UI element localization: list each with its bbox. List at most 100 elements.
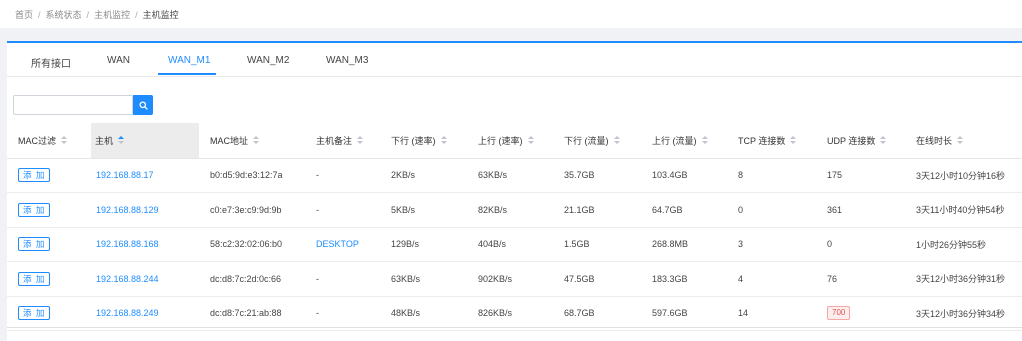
mac-address: b0:d5:9d:e3:12:7a (199, 158, 305, 193)
active-tab-indicator (158, 73, 216, 75)
mac-address: 58:c2:32:02:06:b0 (199, 227, 305, 262)
sort-icon[interactable] (357, 135, 364, 145)
sort-icon[interactable] (613, 135, 620, 145)
column-label: 下行 (流量) (564, 135, 609, 146)
breadcrumb-home[interactable]: 首页 (15, 10, 33, 20)
host-note-link[interactable]: DESKTOP (316, 239, 359, 249)
breadcrumb-system-status[interactable]: 系统状态 (46, 10, 82, 20)
column-header-online-time[interactable]: 在线时长 (905, 123, 1022, 159)
host-link[interactable]: 192.168.88.244 (96, 274, 159, 284)
host-link[interactable]: 192.168.88.249 (96, 308, 159, 318)
udp-connections: 175 (816, 158, 905, 193)
sort-icon[interactable] (701, 135, 708, 145)
host-note: - (305, 158, 380, 193)
down-traffic: 68.7GB (553, 296, 641, 331)
column-label: 在线时长 (916, 135, 953, 146)
search-button[interactable] (133, 95, 153, 115)
add-mac-filter-button[interactable]: 添 加 (18, 202, 51, 217)
table-row: 添 加 192.168.88.129 c0:e7:3e:c9:9d:9b - 5… (7, 192, 1022, 228)
sort-icon[interactable] (440, 135, 447, 145)
up-traffic: 183.3GB (641, 261, 727, 297)
column-label: 上行 (流量) (652, 135, 697, 146)
host-link[interactable]: 192.168.88.168 (96, 239, 159, 249)
up-rate: 82KB/s (467, 192, 553, 228)
tab-wan-m1[interactable]: WAN_M1 (168, 55, 210, 66)
udp-warning-badge: 700 (827, 306, 851, 321)
mac-address: dc:d8:7c:2d:0c:66 (199, 261, 305, 297)
tcp-connections: 0 (727, 192, 816, 228)
up-traffic: 268.8MB (641, 227, 727, 262)
down-rate: 48KB/s (380, 296, 467, 331)
column-label: 主机备注 (316, 135, 353, 146)
down-rate: 2KB/s (380, 158, 467, 193)
sort-icon[interactable] (253, 135, 259, 145)
tab-wan-m2[interactable]: WAN_M2 (247, 55, 289, 66)
down-traffic: 21.1GB (553, 192, 641, 228)
breadcrumb-current: 主机监控 (142, 10, 179, 20)
tab-all-interfaces[interactable]: 所有接口 (31, 55, 71, 70)
udp-connections: 76 (816, 261, 905, 297)
table-row: 添 加 192.168.88.168 58:c2:32:02:06:b0 DES… (7, 227, 1022, 262)
sort-icon[interactable] (61, 135, 67, 145)
tab-wan-m3[interactable]: WAN_M3 (326, 55, 368, 66)
add-mac-filter-button[interactable]: 添 加 (18, 271, 51, 286)
sort-icon[interactable] (527, 135, 534, 145)
add-mac-filter-button[interactable]: 添 加 (18, 168, 51, 183)
sort-icon[interactable] (790, 135, 797, 145)
column-header-udp[interactable]: UDP 连接数 (816, 123, 905, 159)
table-header-row: MAC过滤 主机 MAC地址 主机备注 下行 (速率) 上行 (速率) 下行 (… (7, 123, 1022, 159)
host-link[interactable]: 192.168.88.129 (96, 205, 159, 215)
breadcrumb: 首页 / 系统状态 / 主机监控 / 主机监控 (0, 0, 1022, 28)
column-header-down-rate[interactable]: 下行 (速率) (380, 123, 467, 159)
tcp-connections: 14 (727, 296, 816, 331)
add-mac-filter-button[interactable]: 添 加 (18, 237, 51, 252)
tcp-connections: 3 (727, 227, 816, 262)
column-label: TCP 连接数 (738, 135, 786, 146)
up-rate: 63KB/s (467, 158, 553, 193)
up-rate: 404B/s (467, 227, 553, 262)
tcp-connections: 8 (727, 158, 816, 193)
host-note: - (305, 296, 380, 331)
udp-connections: 361 (816, 192, 905, 228)
mac-address: dc:d8:7c:21:ab:88 (199, 296, 305, 331)
column-label: 下行 (速率) (391, 135, 436, 146)
host-note: - (305, 192, 380, 228)
down-traffic: 1.5GB (553, 227, 641, 262)
column-label: 上行 (速率) (478, 135, 523, 146)
column-header-up-traffic[interactable]: 上行 (流量) (641, 123, 727, 159)
column-header-tcp[interactable]: TCP 连接数 (727, 123, 816, 159)
breadcrumb-separator: / (38, 10, 41, 20)
column-header-mac-filter[interactable]: MAC过滤 (7, 123, 91, 159)
column-header-up-rate[interactable]: 上行 (速率) (467, 123, 553, 159)
up-traffic: 64.7GB (641, 192, 727, 228)
search-input[interactable] (13, 95, 133, 115)
column-header-host[interactable]: 主机 (91, 123, 199, 159)
up-rate: 902KB/s (467, 261, 553, 297)
host-table: MAC过滤 主机 MAC地址 主机备注 下行 (速率) 上行 (速率) 下行 (… (7, 123, 1022, 331)
online-time: 3天12小时36分钟34秒 (905, 296, 1022, 331)
column-header-mac-address[interactable]: MAC地址 (199, 123, 305, 159)
column-header-host-note[interactable]: 主机备注 (305, 123, 380, 159)
add-mac-filter-button[interactable]: 添 加 (18, 306, 51, 321)
sort-icon[interactable] (880, 135, 887, 145)
breadcrumb-host-monitor[interactable]: 主机监控 (94, 10, 130, 20)
online-time: 3天12小时10分钟16秒 (905, 158, 1022, 193)
column-header-down-traffic[interactable]: 下行 (流量) (553, 123, 641, 159)
up-rate: 826KB/s (467, 296, 553, 331)
down-rate: 5KB/s (380, 192, 467, 228)
host-link[interactable]: 192.168.88.17 (96, 170, 154, 180)
breadcrumb-separator: / (135, 10, 138, 20)
sort-icon[interactable] (957, 135, 964, 145)
online-time: 3天12小时36分钟31秒 (905, 261, 1022, 297)
column-label: MAC地址 (210, 135, 248, 146)
interface-tabs: 所有接口 WAN WAN_M1 WAN_M2 WAN_M3 (7, 43, 1022, 77)
tab-wan[interactable]: WAN (107, 55, 130, 66)
table-row: 添 加 192.168.88.17 b0:d5:9d:e3:12:7a - 2K… (7, 158, 1022, 193)
online-time: 3天11小时40分钟54秒 (905, 192, 1022, 228)
column-label: 主机 (95, 135, 114, 146)
tcp-connections: 4 (727, 261, 816, 297)
host-monitor-card: 所有接口 WAN WAN_M1 WAN_M2 WAN_M3 MAC过滤 主机 M… (7, 41, 1022, 341)
down-traffic: 35.7GB (553, 158, 641, 193)
sort-ascending-icon[interactable] (118, 135, 125, 145)
table-footer-divider (7, 327, 1022, 328)
